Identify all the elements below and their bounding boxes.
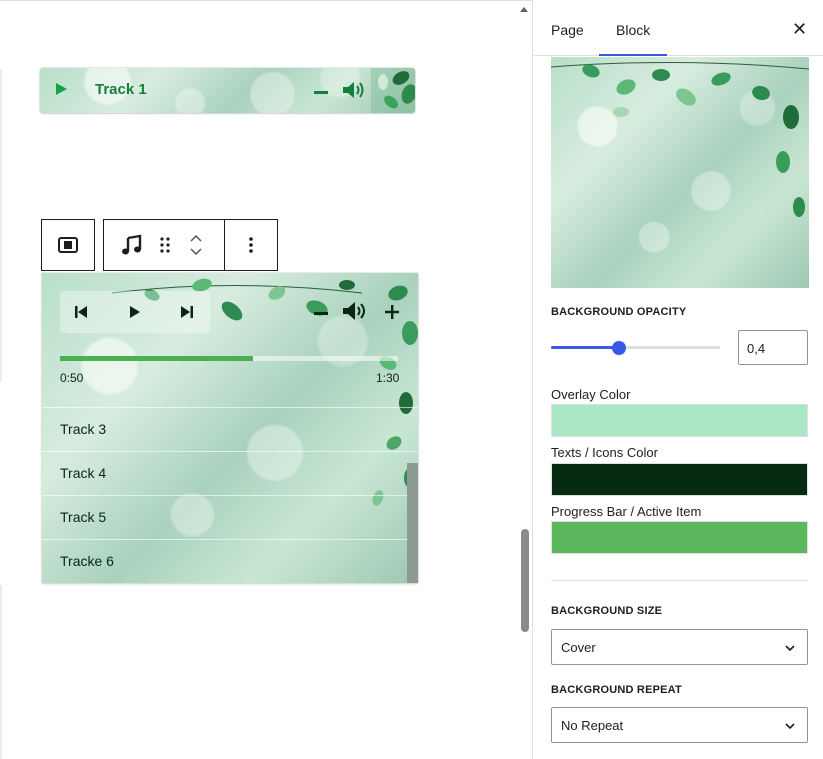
volume-icon[interactable] bbox=[342, 80, 368, 100]
previous-track-icon[interactable] bbox=[74, 304, 88, 320]
leaf-decoration bbox=[551, 61, 809, 217]
progress-fill bbox=[60, 356, 253, 361]
track-title: Track 3 bbox=[60, 421, 107, 437]
chevron-down-icon bbox=[785, 723, 795, 730]
canvas-edge-line bbox=[0, 69, 2, 381]
drag-handle-button[interactable] bbox=[152, 220, 178, 270]
tab-page[interactable]: Page bbox=[551, 0, 584, 56]
canvas-edge-line bbox=[0, 585, 2, 759]
scrollbar-thumb[interactable] bbox=[407, 463, 418, 583]
background-repeat-value: No Repeat bbox=[561, 718, 624, 733]
more-options-icon bbox=[249, 237, 253, 253]
editor-canvas: Track 1 0:50 1:30 Track 3 Track 4 Track … bbox=[0, 0, 532, 759]
track-title: Track 5 bbox=[60, 509, 107, 525]
volume-icon[interactable] bbox=[342, 300, 370, 322]
block-type-button[interactable] bbox=[42, 220, 94, 270]
mini-track-title: Track 1 bbox=[95, 81, 147, 98]
background-opacity-label: BACKGROUND OPACITY bbox=[551, 306, 687, 318]
list-item[interactable]: Track 3 bbox=[42, 407, 418, 451]
text-icons-color-label: Texts / Icons Color bbox=[551, 445, 658, 460]
volume-up-icon[interactable] bbox=[384, 304, 400, 320]
list-item[interactable]: Tracke 6 bbox=[42, 539, 418, 583]
duration: 1:30 bbox=[376, 371, 400, 385]
scrollbar-thumb[interactable] bbox=[521, 529, 529, 632]
overlay-color-swatch[interactable] bbox=[551, 404, 808, 437]
background-size-label: BACKGROUND SIZE bbox=[551, 605, 663, 617]
next-track-icon[interactable] bbox=[180, 304, 194, 320]
move-buttons bbox=[182, 220, 210, 270]
track-title: Track 4 bbox=[60, 465, 107, 481]
tab-block[interactable]: Block bbox=[599, 0, 667, 56]
drag-handle-icon bbox=[160, 237, 170, 253]
list-item[interactable]: Track 5 bbox=[42, 495, 418, 539]
leaf-decoration bbox=[371, 68, 415, 113]
background-repeat-select[interactable]: No Repeat bbox=[551, 707, 808, 743]
chevron-down-icon bbox=[785, 645, 795, 652]
section-divider bbox=[551, 580, 808, 581]
mini-audio-player: Track 1 bbox=[40, 68, 415, 113]
scroll-up-icon[interactable] bbox=[520, 7, 528, 12]
opacity-slider-fill bbox=[551, 346, 619, 349]
opacity-slider-thumb[interactable] bbox=[611, 341, 626, 355]
opacity-slider[interactable] bbox=[551, 341, 720, 355]
move-up-icon[interactable] bbox=[189, 233, 203, 243]
playlist-scrollbar[interactable] bbox=[407, 463, 418, 583]
settings-sidebar: Page Block ✕ BACKGROUND OPACITY 0,4 Over… bbox=[532, 0, 823, 759]
background-size-value: Cover bbox=[561, 640, 596, 655]
block-icon-button[interactable] bbox=[112, 220, 152, 270]
track-title: Tracke 6 bbox=[60, 553, 114, 569]
more-options-button[interactable] bbox=[225, 220, 277, 270]
play-icon[interactable] bbox=[128, 304, 142, 320]
opacity-number-input[interactable]: 0,4 bbox=[738, 330, 808, 365]
volume-down-icon[interactable] bbox=[314, 91, 328, 94]
editor-screen: Track 1 0:50 1:30 Track 3 Track 4 Track … bbox=[0, 0, 823, 759]
overlay-color-label: Overlay Color bbox=[551, 387, 631, 402]
progress-bar[interactable] bbox=[60, 356, 398, 361]
move-down-icon[interactable] bbox=[189, 247, 203, 257]
current-time: 0:50 bbox=[60, 371, 84, 385]
background-image-preview[interactable] bbox=[551, 57, 809, 288]
block-toolbar-group bbox=[41, 219, 95, 271]
text-icons-color-swatch[interactable] bbox=[551, 463, 808, 496]
block-toolbar-group bbox=[103, 219, 278, 271]
play-icon[interactable] bbox=[56, 83, 67, 95]
list-item[interactable]: Track 4 bbox=[42, 451, 418, 495]
background-size-select[interactable]: Cover bbox=[551, 629, 808, 665]
volume-down-icon[interactable] bbox=[314, 312, 328, 315]
music-note-icon bbox=[122, 234, 142, 255]
progress-color-swatch[interactable] bbox=[551, 521, 808, 554]
progress-color-label: Progress Bar / Active Item bbox=[551, 504, 702, 519]
block-layout-icon bbox=[58, 237, 78, 253]
canvas-scrollbar[interactable] bbox=[517, 1, 532, 759]
close-icon[interactable]: ✕ bbox=[792, 20, 807, 38]
audio-playlist-player: 0:50 1:30 Track 3 Track 4 Track 5 Tracke… bbox=[42, 273, 418, 583]
background-repeat-label: BACKGROUND REPEAT bbox=[551, 684, 682, 696]
sidebar-tabs: Page Block ✕ bbox=[533, 0, 823, 56]
